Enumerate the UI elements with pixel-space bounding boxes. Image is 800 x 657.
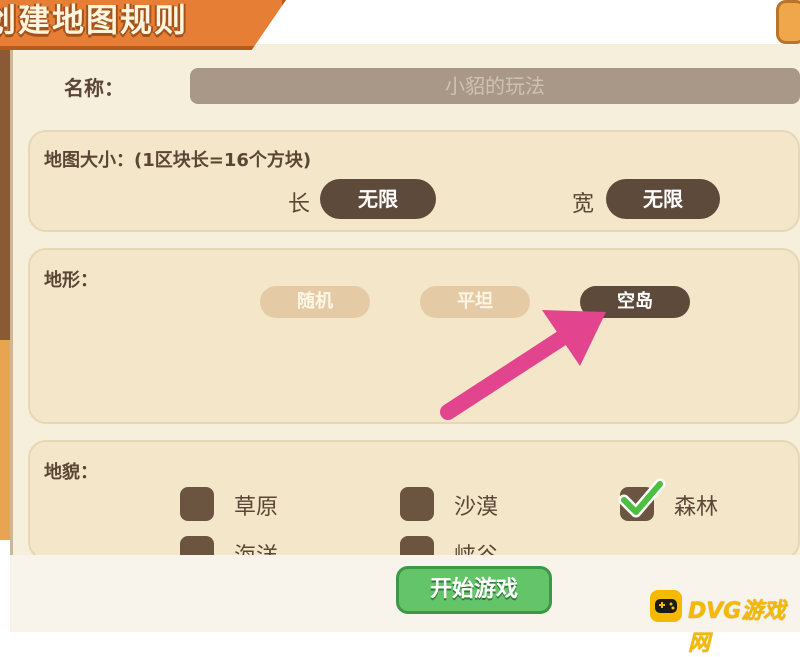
- length-label: 长: [288, 192, 311, 217]
- length-value-button[interactable]: 无限: [320, 179, 436, 219]
- checkbox-desert-label: 沙漠: [454, 495, 499, 520]
- name-input[interactable]: 小貂的玩法: [190, 68, 800, 104]
- checkmark-icon: [618, 478, 666, 518]
- landform-title: 地貌：: [44, 462, 98, 483]
- name-label: 名称：: [64, 76, 124, 100]
- checkbox-desert[interactable]: [400, 487, 434, 521]
- width-label: 宽: [572, 192, 595, 217]
- terrain-panel: [28, 248, 800, 424]
- name-input-value: 小貂的玩法: [445, 74, 545, 98]
- start-game-button[interactable]: 开始游戏: [396, 566, 552, 614]
- close-button[interactable]: [776, 0, 800, 44]
- page-title: 创建地图规则: [0, 1, 189, 39]
- gamepad-icon: [655, 599, 677, 613]
- checkbox-grassland-label: 草原: [234, 495, 279, 520]
- pointer-arrow-icon: [440, 310, 606, 420]
- watermark-text: DVG游戏网: [688, 599, 786, 656]
- checkbox-forest-label: 森林: [674, 495, 719, 520]
- width-value-button[interactable]: 无限: [606, 179, 720, 219]
- map-size-title: 地图大小：(1区块长=16个方块): [44, 150, 312, 171]
- terrain-title: 地形：: [44, 270, 98, 291]
- gamepad-logo-icon: [650, 590, 682, 622]
- checkbox-grassland[interactable]: [180, 487, 214, 521]
- terrain-option-random[interactable]: 随机: [260, 286, 370, 318]
